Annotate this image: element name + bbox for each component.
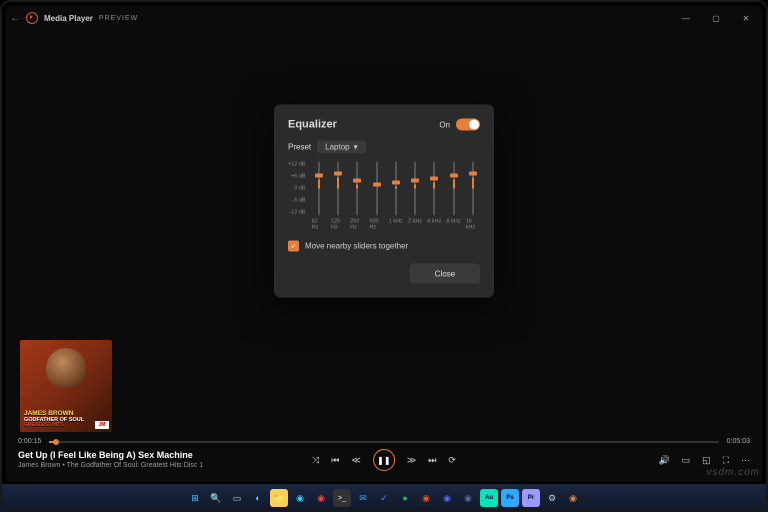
preset-label: Preset <box>288 143 311 152</box>
cast-button[interactable]: ▭ <box>682 455 691 466</box>
seek-bar[interactable] <box>49 441 718 443</box>
album-art: JAMES BROWN GODFATHER OF SOUL GREATEST H… <box>20 340 112 432</box>
volume-button[interactable]: 🔊 <box>658 455 669 466</box>
play-pause-button[interactable]: ❚❚ <box>373 449 395 471</box>
chrome-icon[interactable]: ◉ <box>312 489 330 507</box>
ps-icon[interactable]: Ps <box>501 489 519 507</box>
todo-icon[interactable]: ✓ <box>375 489 393 507</box>
au-icon[interactable]: Au <box>480 489 498 507</box>
figma-icon[interactable]: ◉ <box>417 489 435 507</box>
time-elapsed: 0:00:15 <box>18 438 41 445</box>
media-icon[interactable]: ◉ <box>564 489 582 507</box>
back-button[interactable]: ← <box>10 13 20 24</box>
eq-band-label: 1 kHz <box>389 219 403 225</box>
album-logo: JM <box>95 421 109 429</box>
taskview-icon[interactable]: ▭ <box>228 489 246 507</box>
eq-band-label: 125 Hz <box>331 219 345 231</box>
watermark: vsdm.com <box>706 467 760 478</box>
eq-slider[interactable] <box>318 162 320 216</box>
close-window-button[interactable]: ✕ <box>734 14 758 23</box>
app-window: ← Media Player PREVIEW — ▢ ✕ JAMES BROWN… <box>6 6 762 482</box>
preset-select[interactable]: Laptop▾ <box>317 141 365 154</box>
time-total: 0:05:03 <box>727 438 750 445</box>
repeat-button[interactable]: ⟳ <box>448 455 456 466</box>
track-title: Get Up (I Feel Like Being A) Sex Machine <box>18 450 203 462</box>
eq-band-label: 16 kHz <box>466 219 480 231</box>
chevron-down-icon: ▾ <box>354 143 358 152</box>
eq-slider[interactable] <box>453 162 455 216</box>
eq-band-label: 62 Hz <box>312 219 326 231</box>
eq-band-label: 2 kHz <box>408 219 422 225</box>
next-button[interactable]: ⏭ <box>428 455 436 466</box>
app-name: Media Player <box>44 14 93 23</box>
search-icon[interactable]: 🔍 <box>207 489 225 507</box>
eq-slider[interactable] <box>414 162 416 216</box>
fullscreen-button[interactable]: ⛶ <box>723 455 729 466</box>
widgets-icon[interactable]: ◐ <box>249 489 267 507</box>
terminal-icon[interactable]: >_ <box>333 489 351 507</box>
eq-slider[interactable] <box>433 162 435 216</box>
explorer-icon[interactable]: 📁 <box>270 489 288 507</box>
shuffle-button[interactable]: ⤨ <box>312 455 319 466</box>
app-icon <box>26 12 38 24</box>
discord-icon[interactable]: ◉ <box>438 489 456 507</box>
move-sliders-label: Move nearby sliders together <box>305 242 408 251</box>
rewind-button[interactable]: ≪ <box>351 455 360 466</box>
toggle-label: On <box>439 120 450 129</box>
eq-slider[interactable] <box>395 162 397 216</box>
teams-icon[interactable]: ◉ <box>459 489 477 507</box>
preview-badge: PREVIEW <box>99 15 138 22</box>
eq-bands: 62 Hz 125 Hz 250 Hz 500 Hz 1 kHz 2 kHz 4 kHz 8 … <box>312 162 480 231</box>
close-button[interactable]: Close <box>410 264 480 284</box>
eq-band-label: 4 kHz <box>427 219 441 225</box>
eq-band-label: 500 Hz <box>369 219 383 231</box>
eq-slider[interactable] <box>337 162 339 216</box>
edge-icon[interactable]: ◉ <box>291 489 309 507</box>
forward-button[interactable]: ≫ <box>407 455 416 466</box>
mail-icon[interactable]: ✉ <box>354 489 372 507</box>
miniplayer-button[interactable]: ◱ <box>702 455 711 466</box>
eq-band-label: 250 Hz <box>350 219 364 231</box>
start-button[interactable]: ⊞ <box>186 489 204 507</box>
equalizer-dialog: Equalizer On Preset Laptop▾ +12 dB+6 dB0… <box>274 105 494 298</box>
eq-slider[interactable] <box>356 162 358 216</box>
player-controls: 0:00:15 0:05:03 Get Up (I Feel Like Bein… <box>6 438 762 482</box>
track-artist: James Brown • The Godfather Of Soul: Gre… <box>18 461 203 470</box>
eq-slider[interactable] <box>376 162 378 216</box>
dialog-title: Equalizer <box>288 119 337 131</box>
taskbar: ⊞ 🔍 ▭ ◐ 📁 ◉ ◉ >_ ✉ ✓ ● ◉ ◉ ◉ Au Ps Pr ⚙ … <box>0 484 768 512</box>
content-area: JAMES BROWN GODFATHER OF SOUL GREATEST H… <box>6 30 762 438</box>
eq-band-label: 8 kHz <box>447 219 461 225</box>
eq-slider[interactable] <box>472 162 474 216</box>
settings-icon[interactable]: ⚙ <box>543 489 561 507</box>
move-sliders-checkbox[interactable]: ✓ <box>288 241 299 252</box>
titlebar: ← Media Player PREVIEW — ▢ ✕ <box>6 6 762 30</box>
pr-icon[interactable]: Pr <box>522 489 540 507</box>
prev-button[interactable]: ⏮ <box>331 455 339 466</box>
equalizer-toggle[interactable] <box>456 119 480 131</box>
minimize-button[interactable]: — <box>674 14 698 23</box>
maximize-button[interactable]: ▢ <box>704 14 728 23</box>
spotify-icon[interactable]: ● <box>396 489 414 507</box>
more-button[interactable]: ⋯ <box>741 455 750 466</box>
eq-scale: +12 dB+6 dB0 dB-6 dB-12 dB <box>288 162 308 216</box>
